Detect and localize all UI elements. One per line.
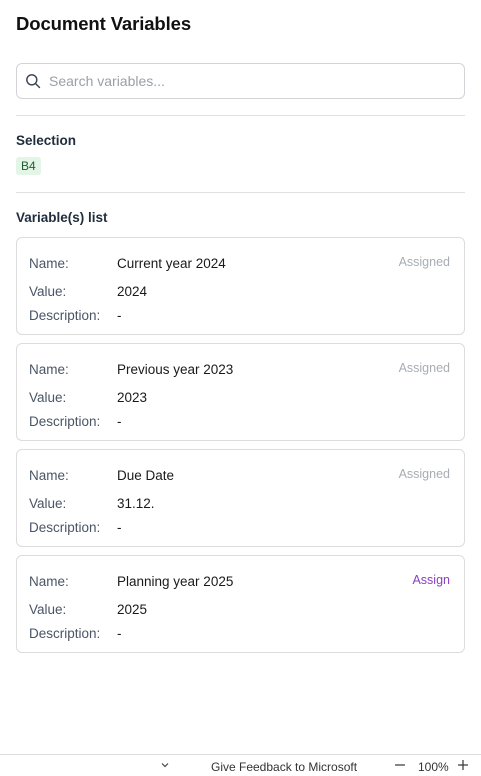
variable-card: Name: Planning year 2025 Value: 2025 Descr… [16, 555, 465, 653]
selection-cell-badge: B4 [16, 157, 41, 175]
name-label: Name: [29, 468, 69, 483]
name-label: Name: [29, 362, 69, 377]
variable-name: Previous year 2023 [117, 362, 234, 377]
value-label: Value: [29, 602, 67, 617]
assign-button[interactable]: Assign [412, 573, 450, 587]
name-label: Name: [29, 574, 69, 589]
variables-list-label: Variable(s) list [16, 210, 108, 225]
variable-value: 2024 [117, 284, 148, 299]
variable-card: Name: Due Date Value: 31.12. Description: -… [16, 449, 465, 547]
assigned-status: Assigned [398, 467, 450, 481]
divider [16, 115, 465, 116]
description-label: Description: [29, 520, 101, 535]
zoom-in-button[interactable] [456, 757, 470, 773]
divider [16, 192, 465, 193]
variable-description: - [117, 626, 122, 641]
selection-label: Selection [16, 133, 77, 148]
chevron-down-icon[interactable] [160, 758, 170, 772]
description-label: Description: [29, 414, 101, 429]
description-label: Description: [29, 626, 101, 641]
search-box[interactable] [16, 63, 465, 99]
variable-value: 2025 [117, 602, 148, 617]
name-label: Name: [29, 256, 69, 271]
plus-icon [458, 760, 468, 770]
description-label: Description: [29, 308, 101, 323]
variable-card: Name: Previous year 2023 Value: 2023 Descr… [16, 343, 465, 441]
search-icon [26, 74, 41, 89]
document-variables-pane: Document Variables Selection B4 Variable… [0, 0, 481, 754]
value-label: Value: [29, 390, 67, 405]
variable-value: 2023 [117, 390, 148, 405]
page-title: Document Variables [16, 13, 192, 34]
search-input[interactable] [49, 73, 449, 89]
value-label: Value: [29, 284, 67, 299]
zoom-level[interactable]: 100% [418, 760, 449, 774]
variable-name: Planning year 2025 [117, 574, 234, 589]
assigned-status: Assigned [398, 361, 450, 375]
value-label: Value: [29, 496, 67, 511]
variable-name: Due Date [117, 468, 175, 483]
assigned-status: Assigned [398, 255, 450, 269]
zoom-out-button[interactable] [393, 757, 407, 773]
variable-description: - [117, 520, 122, 535]
give-feedback-link[interactable]: Give Feedback to Microsoft [211, 760, 357, 774]
minus-icon [395, 764, 405, 766]
status-bar: Give Feedback to Microsoft 100% [0, 754, 481, 776]
variable-description: - [117, 308, 122, 323]
variable-description: - [117, 414, 122, 429]
variable-name: Current year 2024 [117, 256, 226, 271]
variable-value: 31.12. [117, 496, 155, 511]
variable-card: Name: Current year 2024 Value: 2024 Descri… [16, 237, 465, 335]
